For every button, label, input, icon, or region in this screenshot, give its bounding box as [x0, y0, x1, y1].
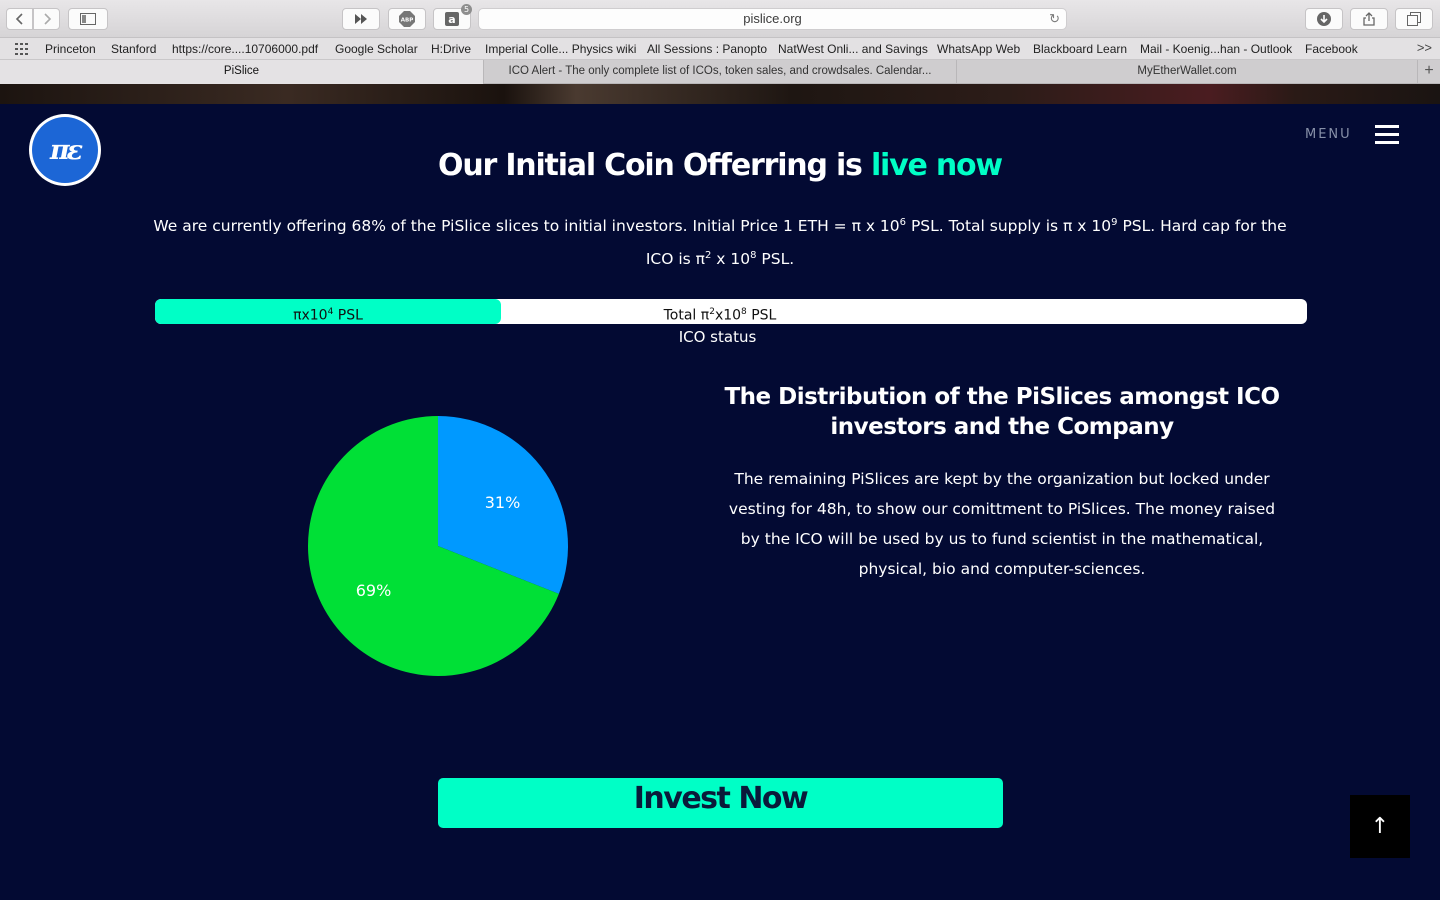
ico-intro-text: We are currently offering 68% of the PiS… [153, 217, 1287, 269]
apps-grid-icon[interactable] [15, 43, 29, 55]
ico-total-label: Total π2x108 PSL [663, 307, 777, 324]
menu-label[interactable]: MENU [1305, 127, 1352, 142]
scroll-to-top-button[interactable]: ↑ [1350, 795, 1410, 858]
tabs-icon [1407, 12, 1421, 26]
extension-badge: 5 [461, 4, 472, 15]
headline-text: Our Initial Coin Offerring is [438, 148, 871, 183]
hamburger-menu-icon[interactable] [1375, 125, 1399, 145]
back-button[interactable] [6, 8, 33, 30]
bookmark-google-scholar[interactable]: Google Scholar [335, 42, 418, 56]
tabs-overview-button[interactable] [1395, 8, 1433, 30]
chevron-right-icon [43, 13, 51, 25]
bookmark-princeton[interactable]: Princeton [45, 42, 96, 56]
headline-accent: live now [870, 148, 1003, 183]
new-tab-button[interactable]: + [1418, 60, 1440, 84]
url-text: pislice.org [743, 11, 802, 26]
bookmark-blackboard[interactable]: Blackboard Learn [1033, 42, 1127, 56]
pie-label-0: 31% [485, 493, 521, 512]
pie-label-1: 69% [356, 581, 392, 600]
hero-image-strip [0, 84, 1440, 104]
ico-progress-bar: πx104 PSL Total π2x108 PSL [155, 299, 1307, 324]
share-button[interactable] [1350, 8, 1388, 30]
pie-chart-svg: 31% 69% [308, 416, 568, 676]
download-icon [1317, 12, 1331, 26]
svg-text:a: a [448, 13, 455, 26]
bookmarks-bar: Princeton Stanford https://core....10706… [0, 38, 1440, 60]
distribution-pie-chart: 31% 69% [307, 415, 569, 677]
ico-raised-label: πx104 PSL [293, 307, 363, 324]
bookmark-stanford[interactable]: Stanford [111, 42, 156, 56]
page-title: Our Initial Coin Offerring is live now [0, 148, 1440, 183]
adblock-button[interactable]: ABP [388, 8, 426, 30]
bookmark-core-pdf[interactable]: https://core....10706000.pdf [172, 42, 318, 56]
amazon-icon: a [445, 12, 459, 26]
invest-now-button[interactable]: Invest Now [438, 778, 1003, 828]
bookmarks-overflow-button[interactable]: >> [1417, 40, 1432, 55]
sidebar-icon [80, 13, 96, 25]
distribution-body: The remaining PiSlices are kept by the o… [728, 470, 1276, 578]
tab-myetherwallet[interactable]: MyEtherWallet.com [957, 60, 1418, 84]
downloads-button[interactable] [1305, 8, 1343, 30]
tab-pislice[interactable]: PiSlice [0, 60, 484, 84]
sidebar-button[interactable] [68, 8, 108, 30]
browser-toolbar: ABP a 5 pislice.org ↻ [0, 0, 1440, 38]
chevron-left-icon [15, 13, 23, 25]
fast-forward-icon [355, 14, 367, 24]
tab-bar: PiSlice ICO Alert - The only complete li… [0, 60, 1440, 84]
fast-forward-button[interactable] [342, 8, 380, 30]
ico-section: πε MENU Our Initial Coin Offerring is li… [0, 104, 1440, 900]
arrow-up-icon: ↑ [1370, 814, 1390, 839]
address-bar[interactable]: pislice.org ↻ [478, 8, 1067, 30]
bookmark-outlook-mail[interactable]: Mail - Koenig...han - Outlook [1140, 42, 1292, 56]
bookmark-h-drive[interactable]: H:Drive [431, 42, 471, 56]
svg-text:ABP: ABP [401, 18, 413, 24]
reload-icon[interactable]: ↻ [1049, 9, 1060, 29]
ico-status-label: ICO status [678, 328, 757, 346]
tab-ico-alert[interactable]: ICO Alert - The only complete list of IC… [484, 60, 957, 84]
adblock-icon: ABP [399, 11, 415, 27]
forward-button[interactable] [33, 8, 60, 30]
bookmark-panopto[interactable]: All Sessions : Panopto [647, 42, 767, 56]
bookmark-facebook[interactable]: Facebook [1305, 42, 1358, 56]
bookmark-whatsapp-web[interactable]: WhatsApp Web [937, 42, 1020, 56]
bookmark-natwest[interactable]: NatWest Onli... and Savings [778, 42, 928, 56]
share-icon [1363, 12, 1375, 26]
distribution-title: The Distribution of the PiSlices amongst… [724, 384, 1280, 440]
bookmark-imperial-physics-wiki[interactable]: Imperial Colle... Physics wiki [485, 42, 636, 56]
